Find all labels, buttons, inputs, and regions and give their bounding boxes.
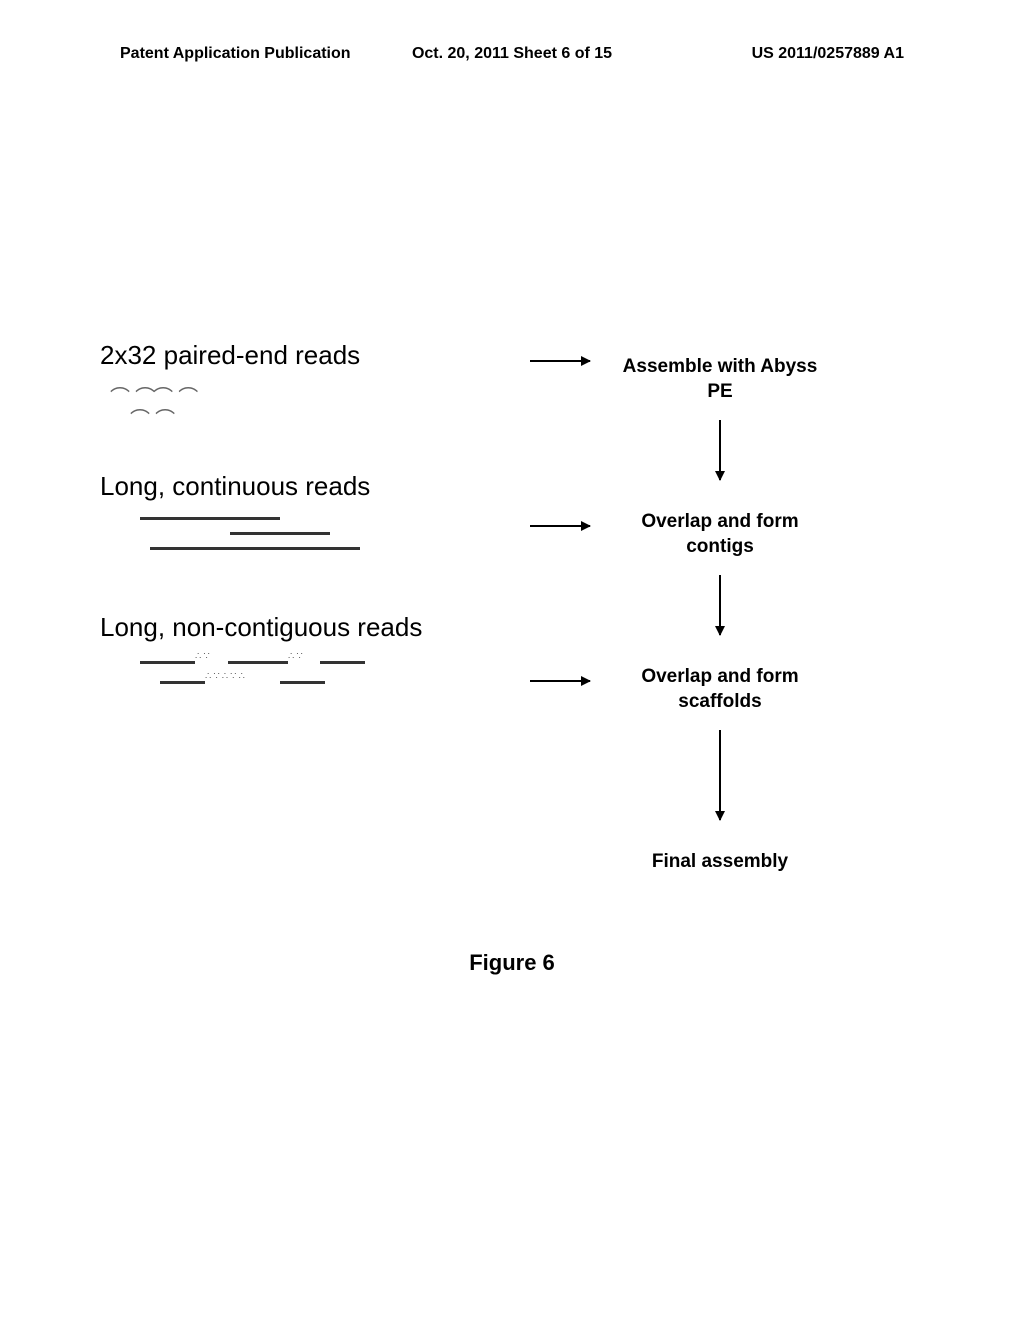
figure-content: 2x32 paired-end reads ⌒ ⌒⌒ ⌒ ⌒ ⌒ Long, c… bbox=[0, 340, 1024, 753]
step-final: Final assembly bbox=[620, 850, 820, 875]
gap-dots-icon: ∴∵∴∵∴ bbox=[205, 671, 247, 682]
read-segment-icon bbox=[320, 661, 365, 664]
arrow-right-icon bbox=[530, 525, 590, 527]
header-publication-type: Patent Application Publication bbox=[120, 45, 381, 63]
read-segment-icon bbox=[228, 661, 288, 664]
read-line-icon bbox=[150, 547, 360, 550]
gap-dots-icon: ∴∵ bbox=[195, 651, 212, 662]
step-scaffolds: Overlap and form scaffolds bbox=[620, 665, 820, 714]
arrow-right-icon bbox=[530, 680, 590, 682]
step-contigs: Overlap and form contigs bbox=[620, 510, 820, 559]
read-line-icon bbox=[230, 532, 330, 535]
gap-dots-icon: ∴∵ bbox=[288, 651, 305, 662]
read-line-icon bbox=[140, 517, 280, 520]
read-segment-icon bbox=[280, 681, 325, 684]
paired-end-title: 2x32 paired-end reads bbox=[100, 340, 520, 371]
figure-caption: Figure 6 bbox=[0, 950, 1024, 976]
header-date-sheet: Oct. 20, 2011 Sheet 6 of 15 bbox=[381, 45, 642, 63]
header-publication-number: US 2011/0257889 A1 bbox=[643, 45, 904, 63]
continuous-illustration bbox=[140, 512, 520, 572]
arrow-right-icon bbox=[530, 360, 590, 362]
read-segment-icon bbox=[140, 661, 195, 664]
step-final-label: Final assembly bbox=[620, 850, 820, 875]
continuous-title: Long, continuous reads bbox=[100, 471, 520, 502]
arrow-down-wrap bbox=[620, 730, 820, 830]
arrow-down-wrap bbox=[620, 575, 820, 645]
squiggle-icon: ⌒ ⌒ bbox=[130, 403, 173, 432]
arrow-down-icon bbox=[719, 575, 721, 635]
arrow-down-wrap bbox=[620, 420, 820, 490]
document-header: Patent Application Publication Oct. 20, … bbox=[0, 45, 1024, 63]
read-segment-icon bbox=[160, 681, 205, 684]
arrow-down-icon bbox=[719, 730, 721, 820]
paired-end-illustration: ⌒ ⌒⌒ ⌒ ⌒ ⌒ bbox=[100, 381, 520, 431]
noncontiguous-title: Long, non-contiguous reads bbox=[100, 612, 520, 643]
step-assemble-label: Assemble with Abyss PE bbox=[620, 355, 820, 404]
step-scaffolds-label: Overlap and form scaffolds bbox=[620, 665, 820, 714]
arrow-down-icon bbox=[719, 420, 721, 480]
step-assemble: Assemble with Abyss PE bbox=[620, 355, 820, 404]
step-contigs-label: Overlap and form contigs bbox=[620, 510, 820, 559]
noncontiguous-illustration: ∴∵ ∴∵ ∴∵∴∵∴ bbox=[140, 653, 520, 713]
